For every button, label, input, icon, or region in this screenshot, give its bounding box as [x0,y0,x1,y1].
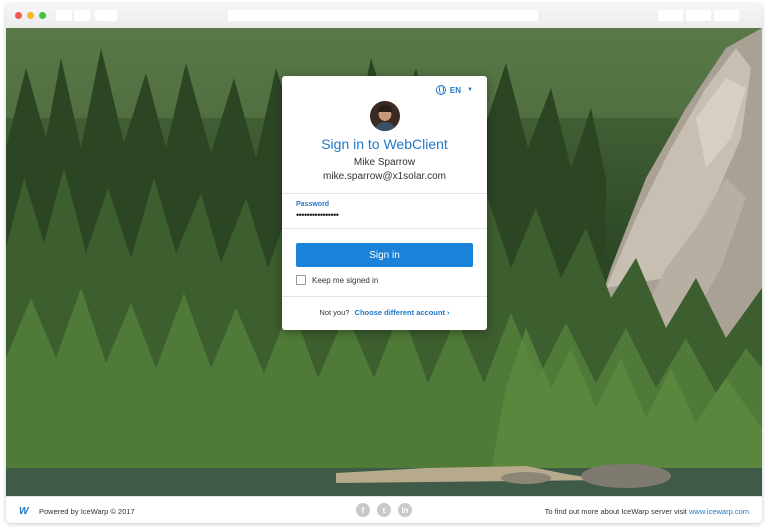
toolbar-button[interactable] [714,10,739,21]
address-bar[interactable] [228,10,538,21]
globe-icon [435,85,446,95]
twitter-icon[interactable]: t [377,503,391,517]
toolbar-button[interactable] [686,10,711,21]
social-links: f t in [356,503,412,517]
user-email: mike.sparrow@x1solar.com [323,171,446,182]
divider [282,228,487,229]
footer-info: To find out more about IceWarp server vi… [545,507,749,516]
divider [282,193,487,194]
avatar-shirt [373,122,397,131]
icewarp-logo-icon: W [19,506,29,517]
avatar-hair [378,105,392,112]
keep-signed-in[interactable]: Keep me signed in [296,275,378,285]
language-selector[interactable]: EN ▼ [435,85,473,95]
footer: W Powered by IceWarp © 2017 f t in To fi… [6,496,762,523]
password-field[interactable] [296,210,472,220]
password-label: Password [296,201,330,208]
forward-button[interactable] [74,10,90,21]
toolbar-button[interactable] [658,10,683,21]
not-you-row: Not you? Choose different account › [282,308,487,317]
icewarp-site-link[interactable]: www.icewarp.com [689,507,749,516]
forest-background: EN ▼ Sign in to WebClient Mike Sparrow m… [6,28,762,496]
close-window-button[interactable] [15,12,22,19]
minimize-window-button[interactable] [27,12,34,19]
sign-in-button[interactable]: Sign in [296,243,473,267]
back-button[interactable] [56,10,72,21]
sidebar-button[interactable] [95,10,117,21]
not-you-text: Not you? [319,308,350,317]
login-card: EN ▼ Sign in to WebClient Mike Sparrow m… [282,76,487,330]
divider [282,296,487,297]
keep-signed-in-label: Keep me signed in [312,275,379,285]
language-label: EN [449,85,462,95]
page-title: Sign in to WebClient [321,136,448,152]
facebook-icon[interactable]: f [356,503,370,517]
browser-window: EN ▼ Sign in to WebClient Mike Sparrow m… [6,4,762,523]
maximize-window-button[interactable] [39,12,46,19]
caret-down-icon: ▼ [467,87,473,93]
powered-by-text: Powered by IceWarp © 2017 [39,507,135,516]
choose-different-account-link[interactable]: Choose different account › [355,308,450,317]
browser-toolbar [6,4,762,29]
keep-signed-in-checkbox[interactable] [296,275,306,285]
avatar [370,101,400,131]
footer-info-text: To find out more about IceWarp server vi… [544,507,687,516]
user-name: Mike Sparrow [353,157,416,168]
linkedin-icon[interactable]: in [398,503,412,517]
